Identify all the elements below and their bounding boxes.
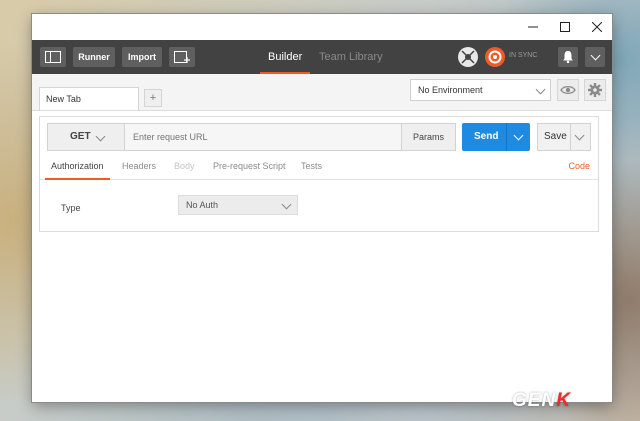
add-tab-button[interactable]: + <box>144 89 162 107</box>
tab-body[interactable]: Body <box>174 153 195 179</box>
chevron-down-icon <box>535 84 546 95</box>
save-button[interactable]: Save <box>537 123 591 151</box>
chevron-down-icon <box>590 50 601 61</box>
url-input[interactable] <box>124 123 402 151</box>
auth-type-label: Type <box>61 203 81 213</box>
chevron-down-icon[interactable] <box>513 130 524 141</box>
gear-icon <box>588 83 602 97</box>
params-button[interactable]: Params <box>401 123 456 151</box>
new-window-icon <box>174 51 190 63</box>
sync-icon[interactable] <box>484 46 506 68</box>
environment-select-value: No Environment <box>418 85 483 95</box>
close-icon[interactable] <box>581 14 613 40</box>
send-button-label: Send <box>474 131 499 142</box>
sidebar-toggle-button[interactable] <box>40 47 66 67</box>
auth-type-value: No Auth <box>186 200 219 210</box>
minimize-icon[interactable] <box>517 14 549 40</box>
method-select[interactable]: GET <box>47 123 125 151</box>
notifications-button[interactable] <box>558 47 578 67</box>
send-split-divider <box>506 123 507 151</box>
tab-pre-request-script[interactable]: Pre-request Script <box>213 153 286 179</box>
tab-headers[interactable]: Headers <box>122 153 156 179</box>
tab-team-library[interactable]: Team Library <box>319 40 383 74</box>
environment-select[interactable]: No Environment <box>410 79 551 101</box>
request-subtabs: Authorization Headers Body Pre-request S… <box>40 153 598 180</box>
request-tab-strip: New Tab + No Environment <box>32 74 612 111</box>
satellite-icon[interactable] <box>457 46 479 68</box>
save-split-divider <box>570 124 571 150</box>
watermark-text: GEN <box>512 390 557 411</box>
method-select-value: GET <box>70 131 91 142</box>
chevron-down-icon <box>281 199 292 210</box>
code-link[interactable]: Code <box>568 153 590 179</box>
settings-menu-button[interactable] <box>585 47 605 67</box>
tab-tests[interactable]: Tests <box>301 153 322 179</box>
sync-status: IN SYNC <box>509 52 538 59</box>
bell-icon <box>563 51 573 64</box>
watermark-accent: K <box>556 390 571 411</box>
request-builder-panel: GET Params Send Save Authorization Heade… <box>39 116 599 232</box>
import-button[interactable]: Import <box>122 47 162 67</box>
tab-authorization[interactable]: Authorization <box>45 153 110 180</box>
genk-watermark: GENK <box>512 390 571 412</box>
maximize-icon[interactable] <box>549 14 581 40</box>
chevron-down-icon <box>95 131 106 142</box>
runner-button[interactable]: Runner <box>73 47 115 67</box>
save-button-label: Save <box>544 131 567 142</box>
sidebar-toggle-icon <box>45 51 61 63</box>
new-window-button[interactable] <box>169 47 195 67</box>
environment-settings-button[interactable] <box>584 79 606 101</box>
postman-window: Runner Import Builder Team Library IN SY… <box>32 14 612 402</box>
environment-quick-look-button[interactable] <box>557 79 579 101</box>
title-bar <box>32 14 612 40</box>
main-toolbar: Runner Import Builder Team Library IN SY… <box>32 40 612 74</box>
request-tab[interactable]: New Tab <box>39 87 139 110</box>
eye-icon <box>560 85 576 95</box>
auth-type-select[interactable]: No Auth <box>178 195 298 215</box>
chevron-down-icon[interactable] <box>574 130 585 141</box>
tab-builder[interactable]: Builder <box>259 40 311 74</box>
send-button[interactable]: Send <box>462 123 530 151</box>
